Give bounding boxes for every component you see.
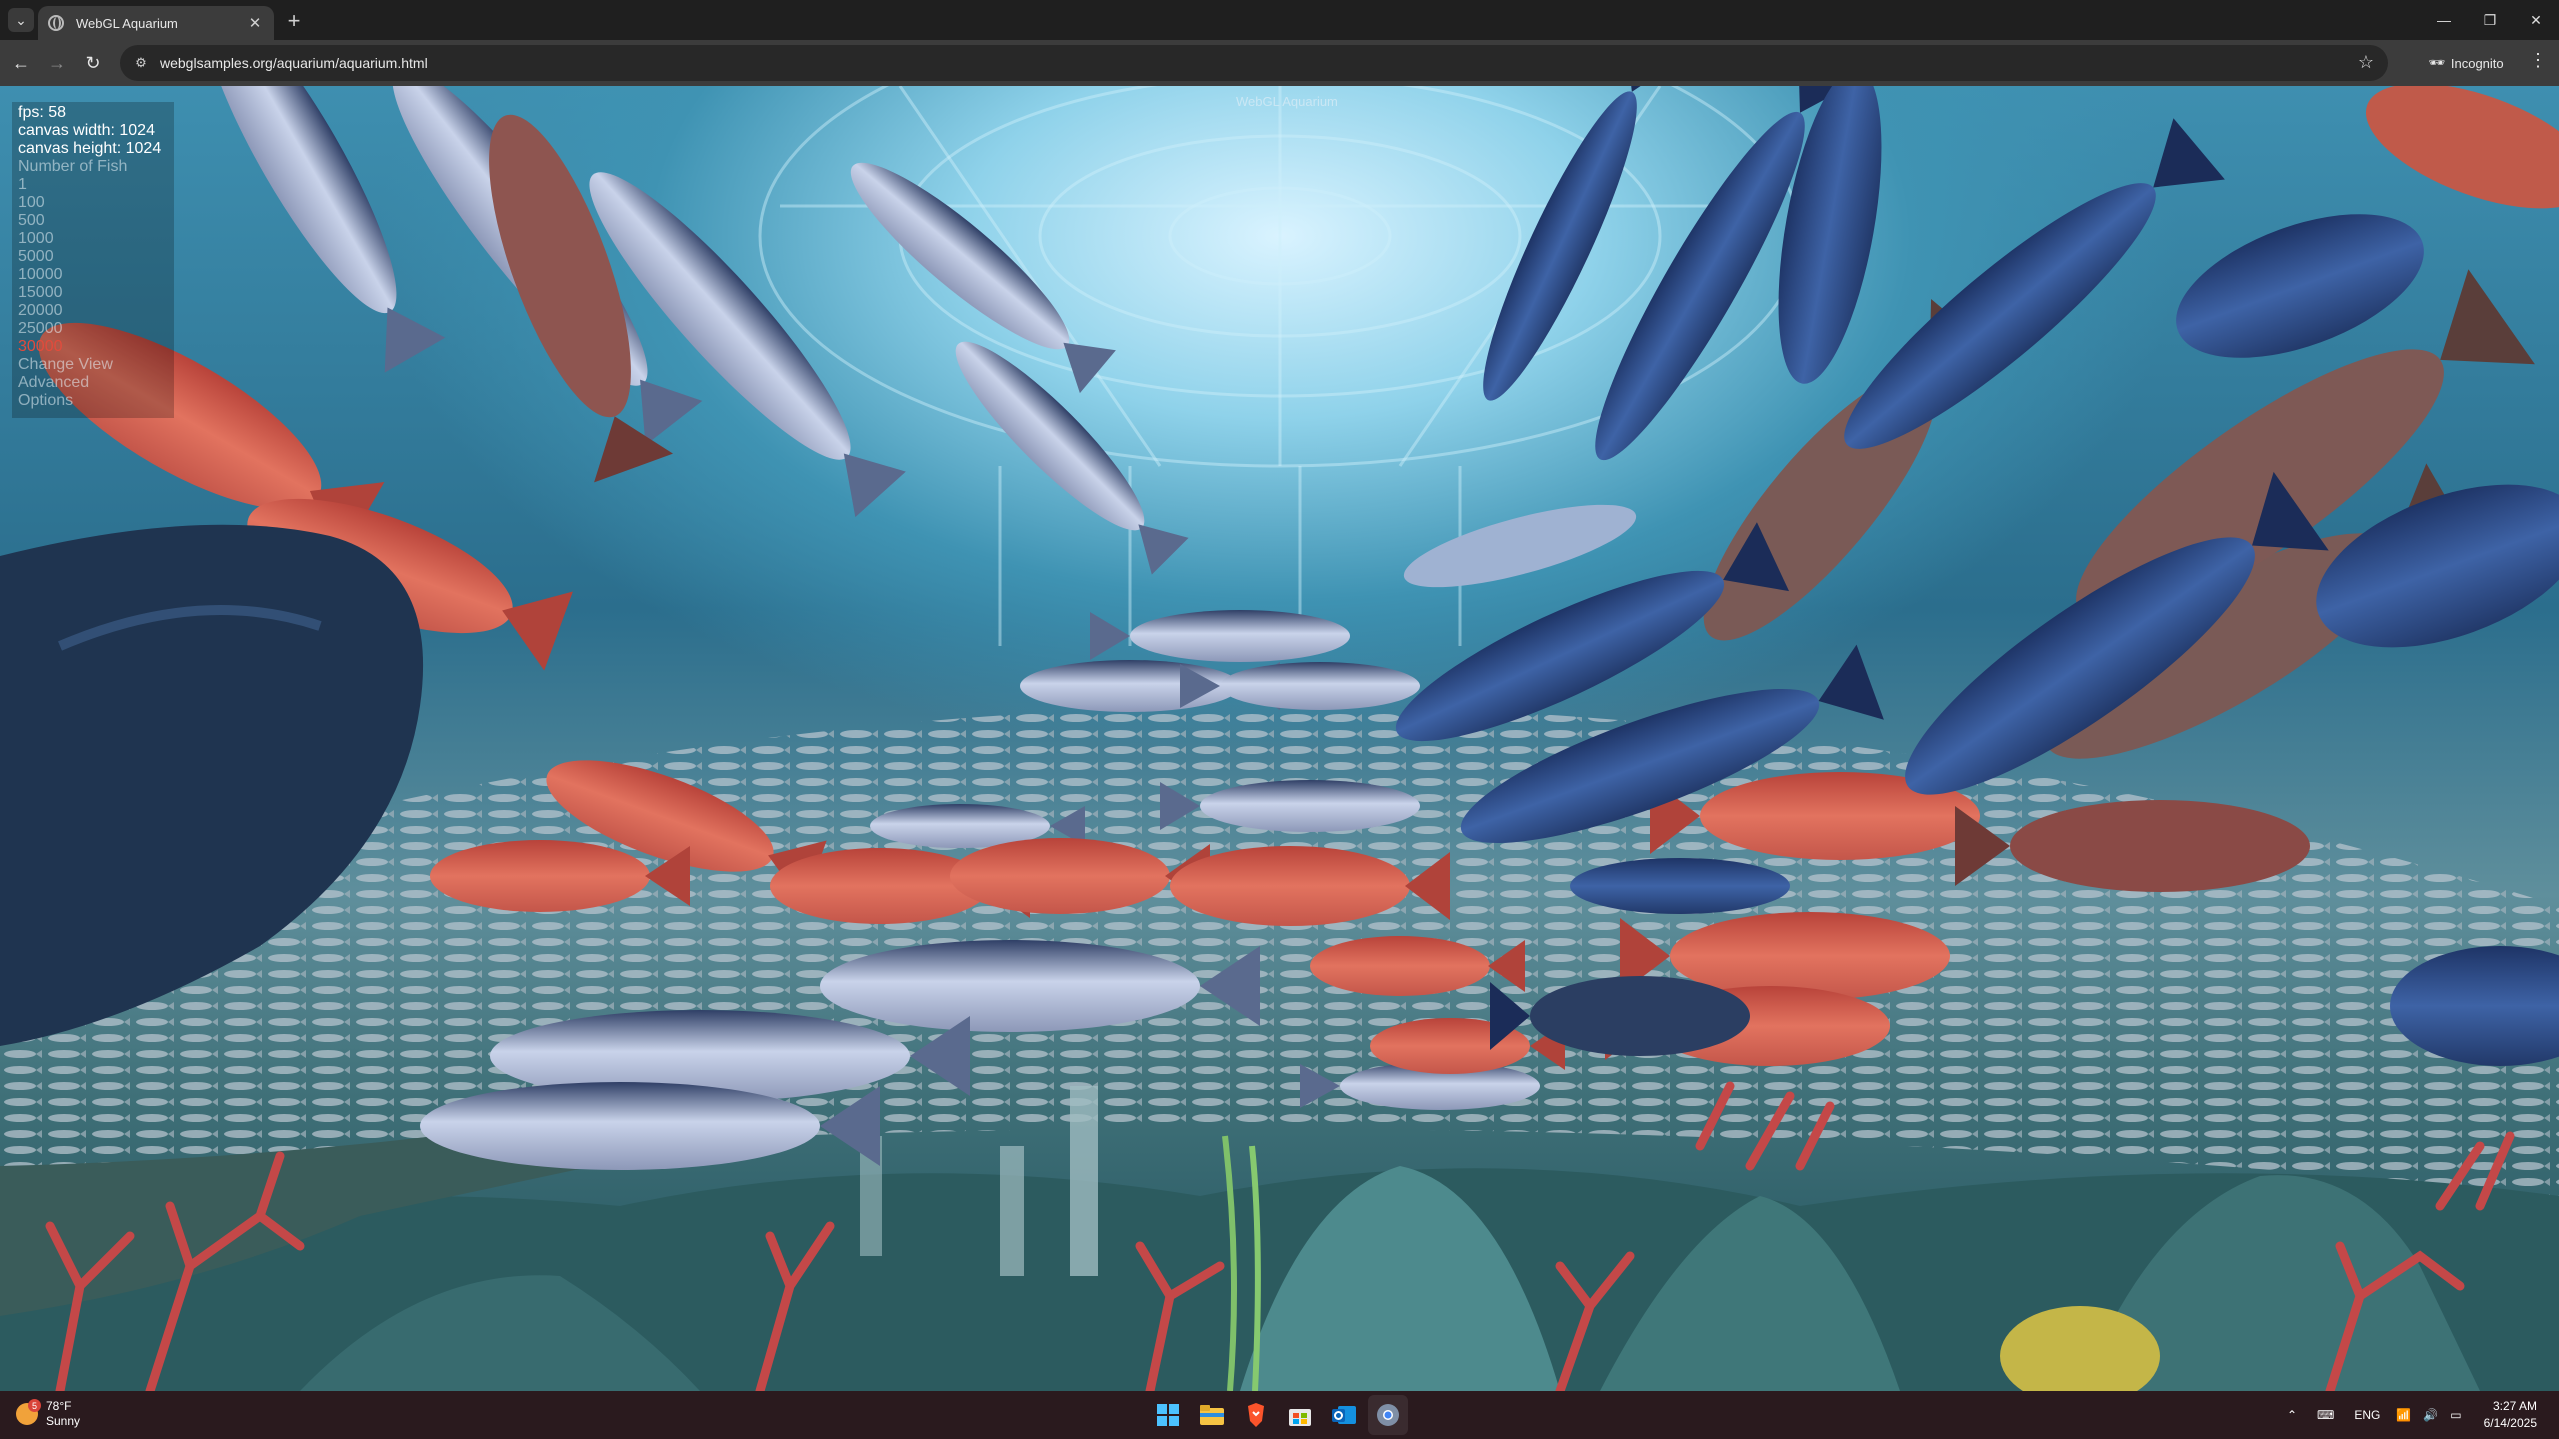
canvas-width-readout: canvas width: 1024 (18, 122, 155, 139)
back-button[interactable]: ← (8, 50, 34, 76)
system-tray: ⌃ ⌨ ENG 📶 🔊 ▭ 3:27 AM 6/14/2025 (2277, 1391, 2559, 1439)
brave-lion-icon (1248, 1403, 1264, 1427)
fish-option-1[interactable]: 1 (18, 176, 168, 194)
outlook-button[interactable] (1324, 1395, 1364, 1435)
browser-toolbar: ← → ↻ ⚙ webglsamples.org/aquarium/aquari… (0, 40, 2559, 86)
windows-logo-icon (1157, 1404, 1179, 1426)
store-bag-icon (1289, 1409, 1311, 1426)
incognito-label: Incognito (2450, 55, 2504, 71)
advanced-link[interactable]: Advanced (18, 374, 168, 392)
tab-title: WebGL Aquarium (76, 15, 178, 31)
brave-browser-button[interactable] (1236, 1395, 1276, 1435)
tab-close-button[interactable]: ✕ (246, 14, 264, 32)
aquarium-scene (0, 86, 2559, 1391)
chrome-icon (1377, 1404, 1399, 1426)
change-view-link[interactable]: Change View (18, 356, 168, 374)
globe-icon (48, 15, 64, 31)
window-controls: — ❐ ✕ (2421, 0, 2559, 40)
fish-option-30000[interactable]: 30000 (18, 338, 168, 356)
weather-widget[interactable]: 5 78°F Sunny (16, 1399, 80, 1429)
tab-strip: ⌄ WebGL Aquarium ✕ + — ❐ ✕ (0, 0, 2559, 40)
language-indicator[interactable]: ENG (2344, 1408, 2390, 1422)
bookmark-star-icon[interactable]: ☆ (2358, 52, 2374, 73)
options-link[interactable]: Options (18, 392, 168, 410)
sun-icon: 5 (16, 1399, 41, 1425)
close-window-button[interactable]: ✕ (2513, 0, 2559, 40)
new-tab-button[interactable]: + (282, 8, 306, 34)
file-explorer-button[interactable] (1192, 1395, 1232, 1435)
arrow-left-icon: ← (12, 52, 30, 73)
clock-date: 6/14/2025 (2483, 1416, 2537, 1430)
keyboard-icon[interactable]: ⌨ (2307, 1408, 2344, 1422)
tab-webgl-aquarium[interactable]: WebGL Aquarium ✕ (38, 6, 274, 40)
aquarium-canvas[interactable]: WebGL Aquarium fps: 58 canvas width: 102… (0, 86, 2559, 1391)
notification-badge: 5 (28, 1399, 41, 1412)
canvas-height-readout: canvas height: 1024 (18, 140, 162, 157)
speaker-icon[interactable]: 🔊 (2417, 1408, 2444, 1422)
chrome-button[interactable] (1368, 1395, 1408, 1435)
fish-option-5000[interactable]: 5000 (18, 248, 168, 266)
arrow-right-icon: → (48, 52, 66, 73)
url-text[interactable]: webglsamples.org/aquarium/aquarium.html (160, 55, 428, 71)
fish-option-100[interactable]: 100 (18, 194, 168, 212)
show-hidden-icons-chevron-icon[interactable]: ⌃ (2277, 1408, 2307, 1422)
weather-description: Sunny (46, 1414, 81, 1428)
restore-button[interactable]: ❐ (2467, 0, 2513, 40)
address-bar[interactable]: ⚙ webglsamples.org/aquarium/aquarium.htm… (120, 45, 2388, 81)
fish-option-500[interactable]: 500 (18, 212, 168, 230)
tab-search-button[interactable]: ⌄ (8, 8, 34, 32)
reload-button[interactable]: ↻ (80, 50, 106, 76)
start-button[interactable] (1148, 1395, 1188, 1435)
wifi-icon[interactable]: 📶 (2390, 1408, 2417, 1422)
forward-button[interactable]: → (44, 50, 70, 76)
hud-panel: fps: 58 canvas width: 1024 canvas height… (12, 102, 174, 418)
fish-option-25000[interactable]: 25000 (18, 320, 168, 338)
weather-temperature: 78°F (46, 1399, 72, 1413)
incognito-indicator[interactable]: 🕶 Incognito (2414, 47, 2518, 79)
browser-menu-button[interactable]: ⋮ (2528, 50, 2548, 71)
taskbar: 5 78°F Sunny ⌃ ⌨ ENG 📶 🔊 ▭ 3:27 AM 6/14/… (0, 1391, 2559, 1439)
fish-option-10000[interactable]: 10000 (18, 266, 168, 284)
number-of-fish-label: Number of Fish (18, 158, 128, 175)
taskbar-apps (1148, 1395, 1408, 1435)
microsoft-store-button[interactable] (1280, 1395, 1320, 1435)
canvas-title: WebGL Aquarium (1236, 94, 1338, 109)
clock-time: 3:27 AM (2492, 1399, 2537, 1413)
minimize-button[interactable]: — (2421, 0, 2467, 40)
outlook-icon (1332, 1406, 1356, 1424)
clock[interactable]: 3:27 AM 6/14/2025 (2468, 1398, 2559, 1432)
battery-icon[interactable]: ▭ (2444, 1408, 2467, 1422)
fps-readout: fps: 58 (18, 104, 67, 121)
incognito-icon: 🕶 (2428, 55, 2445, 70)
fish-option-1000[interactable]: 1000 (18, 230, 168, 248)
chevron-down-icon: ⌄ (15, 11, 27, 28)
fish-option-20000[interactable]: 20000 (18, 302, 168, 320)
reload-icon: ↻ (85, 52, 101, 73)
site-info-icon[interactable]: ⚙ (132, 54, 150, 72)
fish-option-15000[interactable]: 15000 (18, 284, 168, 302)
folder-icon (1200, 1405, 1224, 1425)
